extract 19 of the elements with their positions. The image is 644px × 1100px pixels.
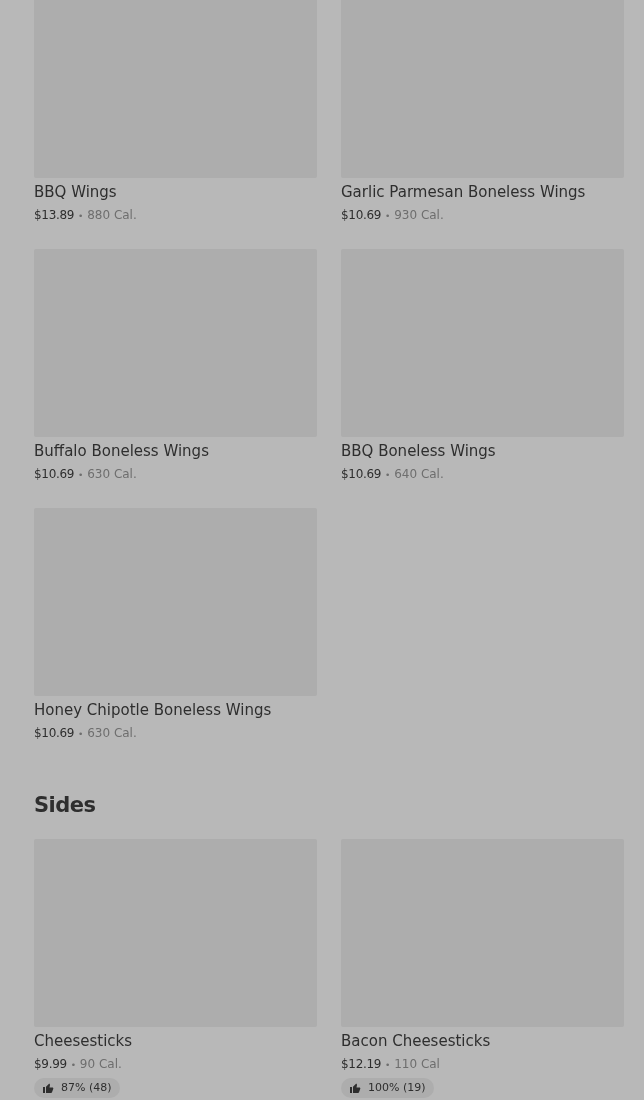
price-calories: $9.99 • 90 Cal. xyxy=(34,1056,122,1073)
thumbs-up-icon xyxy=(349,1082,361,1094)
price-calories: $10.69 • 640 Cal. xyxy=(341,466,444,483)
item-name[interactable]: BBQ Boneless Wings xyxy=(341,441,496,461)
item-name[interactable]: Buffalo Boneless Wings xyxy=(34,441,209,461)
rating-badge: 100% (19) xyxy=(341,1078,434,1098)
item-name[interactable]: Honey Chipotle Boneless Wings xyxy=(34,700,272,720)
item-name[interactable]: Garlic Parmesan Boneless Wings xyxy=(341,182,586,202)
rating-badge: 87% (48) xyxy=(34,1078,120,1098)
section-heading: Sides xyxy=(34,792,97,819)
price-calories: $12.19 • 110 Cal xyxy=(341,1056,440,1073)
price-calories: $10.69 • 630 Cal. xyxy=(34,725,137,742)
item-name[interactable]: Cheesesticks xyxy=(34,1031,133,1051)
thumbs-up-icon xyxy=(42,1082,54,1094)
price-calories: $13.89 • 880 Cal. xyxy=(34,207,137,224)
price-calories: $10.69 • 930 Cal. xyxy=(341,207,444,224)
item-name[interactable]: Bacon Cheesesticks xyxy=(341,1031,491,1051)
item-name[interactable]: BBQ Wings xyxy=(34,182,117,202)
price-calories: $10.69 • 630 Cal. xyxy=(34,466,137,483)
